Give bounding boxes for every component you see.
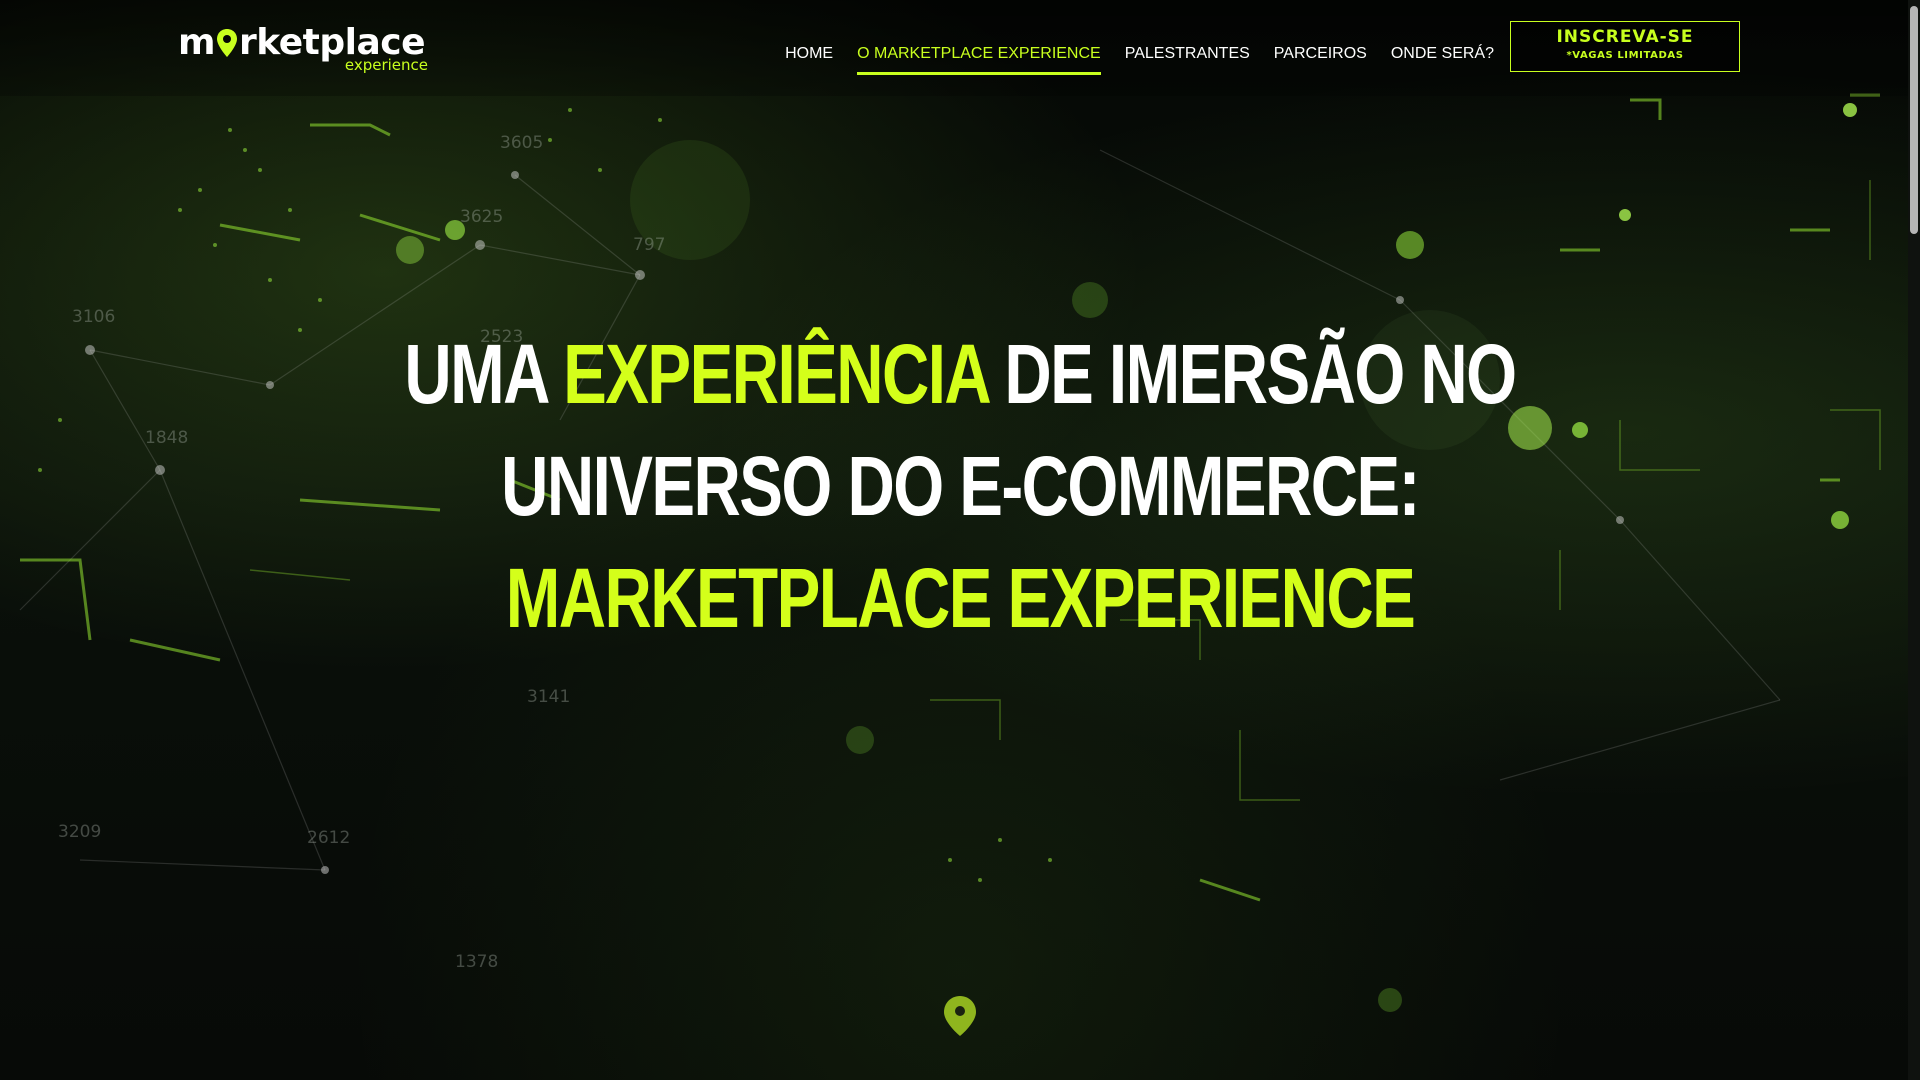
hero-line-1: UMA EXPERIÊNCIA DE IMERSÃO NO [211, 318, 1709, 430]
nav-item-palestrantes[interactable]: PALESTRANTES [1125, 45, 1250, 69]
main-nav: HOME O MARKETPLACE EXPERIENCE PALESTRANT… [785, 45, 1494, 75]
site-logo[interactable]: m rketplace experience [178, 22, 428, 74]
hero-line-1-accent: EXPERIÊNCIA [563, 327, 989, 421]
page-scrollbar[interactable] [1908, 0, 1920, 1080]
svg-text:1378: 1378 [455, 952, 498, 972]
svg-text:3209: 3209 [58, 822, 101, 842]
page: 3605 3625 797 3106 2523 1848 3141 3209 2… [0, 0, 1920, 1080]
location-pin-icon[interactable] [942, 994, 978, 1038]
hero-heading: UMA EXPERIÊNCIA DE IMERSÃO NO UNIVERSO D… [0, 318, 1920, 654]
logo-subtitle: experience [344, 56, 428, 74]
nav-item-onde-sera[interactable]: ONDE SERÁ? [1391, 45, 1494, 69]
hero-line-1-start: UMA [404, 327, 564, 421]
logo-letter-m: m [178, 22, 216, 63]
svg-text:3141: 3141 [527, 687, 570, 707]
network-number: 3605 [500, 133, 543, 153]
location-pin-icon [217, 29, 238, 57]
signup-button[interactable]: INSCREVA-SE *VAGAS LIMITADAS [1510, 21, 1740, 72]
signup-button-sublabel: *VAGAS LIMITADAS [1566, 50, 1684, 61]
svg-text:2612: 2612 [307, 828, 350, 848]
nav-item-marketplace-experience[interactable]: O MARKETPLACE EXPERIENCE [857, 45, 1101, 75]
hero-line-2: UNIVERSO DO E-COMMERCE: [501, 439, 1420, 533]
scrollbar-thumb[interactable] [1910, 6, 1918, 234]
svg-text:3625: 3625 [460, 207, 503, 227]
signup-button-label: INSCREVA-SE [1556, 27, 1694, 47]
hero-line-3: MARKETPLACE EXPERIENCE [505, 551, 1416, 645]
hero-line-1-end: DE IMERSÃO NO [987, 327, 1517, 421]
svg-text:797: 797 [633, 235, 665, 255]
nav-item-parceiros[interactable]: PARCEIROS [1274, 45, 1367, 69]
nav-item-home[interactable]: HOME [785, 45, 833, 69]
site-header: m rketplace experience HOME O MARKETPLACE… [0, 0, 1920, 96]
